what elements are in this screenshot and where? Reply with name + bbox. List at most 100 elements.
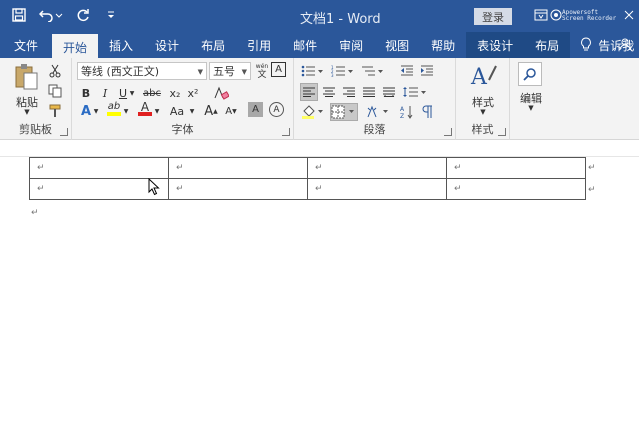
highlight-dropdown-icon[interactable]: ▼ (122, 102, 130, 120)
paragraph-mark: ↵ (31, 208, 39, 218)
change-case-button[interactable]: Aa (166, 102, 188, 120)
redo-icon[interactable] (74, 6, 92, 24)
tab-layout[interactable]: 布局 (190, 32, 236, 58)
font-color-swatch (138, 112, 152, 116)
table-cell[interactable]: ↵ (307, 178, 447, 200)
multilevel-list-icon[interactable] (360, 62, 386, 80)
character-shading-button[interactable]: A (248, 102, 263, 117)
mouse-pointer-icon (148, 177, 160, 199)
svg-text:A: A (470, 65, 488, 90)
login-button[interactable]: 登录 (474, 8, 512, 25)
font-name-dropdown[interactable]: 等线 (西文正文) ▼ (77, 62, 207, 80)
tab-table-layout[interactable]: 布局 (524, 32, 571, 58)
styles-group: A 样式 ▼ 样式 (456, 58, 510, 140)
font-color-dropdown-icon[interactable]: ▼ (153, 102, 161, 120)
subscript-button[interactable]: x₂ (166, 84, 184, 102)
tab-mailings[interactable]: 邮件 (282, 32, 328, 58)
borders-icon[interactable] (330, 103, 358, 121)
underline-dropdown-icon[interactable]: ▼ (128, 84, 136, 102)
phonetic-guide-icon[interactable]: wén 文 (253, 62, 271, 80)
align-center-button[interactable] (320, 83, 338, 101)
tab-insert[interactable]: 插入 (98, 32, 144, 58)
table-cell[interactable]: ↵ (168, 178, 308, 200)
font-group-label: 字体 (171, 123, 194, 136)
character-border-icon[interactable]: A (271, 62, 286, 77)
justify-button[interactable] (360, 83, 378, 101)
tab-review[interactable]: 审阅 (328, 32, 374, 58)
paragraph-dialog-launcher[interactable] (444, 128, 452, 136)
styles-dropdown-icon[interactable]: ▼ (456, 108, 510, 116)
share-person-icon[interactable] (619, 37, 633, 54)
close-icon[interactable] (620, 6, 638, 24)
decrease-indent-icon[interactable] (398, 62, 416, 80)
numbering-icon[interactable]: 123 (330, 62, 356, 80)
table-cell[interactable]: ↵ (446, 178, 586, 200)
tab-table-design[interactable]: 表设计 (466, 32, 525, 58)
tab-design[interactable]: 设计 (144, 32, 190, 58)
shading-icon[interactable] (300, 103, 326, 121)
table-cell[interactable]: ↵ (29, 157, 169, 179)
table-cell[interactable]: ↵ (307, 157, 447, 179)
undo-icon[interactable] (38, 6, 64, 24)
clipboard-group: 粘贴 ▼ 剪贴板 (0, 58, 72, 140)
editing-dropdown-icon[interactable]: ▼ (510, 104, 552, 112)
line-spacing-icon[interactable] (402, 83, 428, 101)
table-row: ↵ ↵ ↵ ↵ (29, 178, 586, 200)
svg-text:A: A (400, 106, 405, 113)
tab-help[interactable]: 帮助 (420, 32, 466, 58)
font-size-dropdown[interactable]: 五号 ▼ (209, 62, 251, 80)
bold-button[interactable]: B (77, 84, 95, 102)
enclose-characters-button[interactable]: A (269, 102, 284, 117)
highlight-button[interactable]: ab (105, 100, 123, 118)
ribbon: 粘贴 ▼ 剪贴板 等线 (西文正文) ▼ 五号 ▼ wén 文 A B I U (0, 58, 639, 140)
highlight-color-swatch (107, 112, 121, 116)
tab-view[interactable]: 视图 (374, 32, 420, 58)
clear-formatting-icon[interactable] (212, 84, 230, 102)
paragraph-group-label: 段落 (363, 123, 386, 136)
find-icon[interactable] (518, 62, 542, 86)
text-effects-dropdown-icon[interactable]: ▼ (92, 102, 100, 120)
increase-indent-icon[interactable] (418, 62, 436, 80)
tab-file[interactable]: 文件 (0, 32, 52, 58)
paragraph-group: 123 A Z 段落 (294, 58, 456, 140)
distributed-button[interactable] (380, 83, 398, 101)
styles-dialog-launcher[interactable] (498, 128, 506, 136)
chinese-layout-icon[interactable] (366, 103, 392, 121)
styles-gallery-icon[interactable]: A (468, 62, 498, 90)
sort-icon[interactable]: AZ (398, 103, 416, 121)
cut-icon[interactable] (46, 62, 64, 80)
document-area[interactable]: ↵ ↵ ↵ ↵ ↵ ↵ ↵ ↵ ↵ ↵ ↵ (0, 140, 639, 441)
lightbulb-icon (580, 36, 592, 54)
customize-qat-icon[interactable] (102, 6, 120, 24)
paste-icon[interactable] (12, 62, 40, 92)
quick-access-toolbar (10, 6, 120, 24)
svg-text:3: 3 (331, 73, 334, 77)
save-icon[interactable] (10, 6, 28, 24)
change-case-dropdown-icon[interactable]: ▼ (188, 102, 196, 120)
table-row: ↵ ↵ ↵ ↵ (29, 157, 586, 179)
ribbon-tabs: 文件 开始 插入 设计 布局 引用 邮件 审阅 视图 帮助 表设计 布局 告诉我 (0, 32, 639, 60)
svg-text:Z: Z (400, 113, 404, 119)
paste-dropdown-icon[interactable]: ▼ (10, 108, 44, 116)
title-bar: 文档1 - Word 登录 Apowersoft Screen Recorder (0, 0, 639, 32)
align-left-button[interactable] (300, 83, 318, 101)
tab-home[interactable]: 开始 (52, 34, 99, 60)
grow-font-button[interactable]: A ▲ (202, 102, 220, 120)
clipboard-dialog-launcher[interactable] (60, 128, 68, 136)
format-painter-icon[interactable] (46, 102, 64, 120)
font-color-button[interactable]: A (136, 100, 154, 118)
show-hide-marks-icon[interactable] (418, 103, 436, 121)
bullets-icon[interactable] (300, 62, 326, 80)
align-right-button[interactable] (340, 83, 358, 101)
table-cell[interactable]: ↵ (168, 157, 308, 179)
shrink-font-button[interactable]: A ▼ (222, 102, 240, 120)
document-title: 文档1 - Word (300, 12, 381, 27)
font-dialog-launcher[interactable] (282, 128, 290, 136)
superscript-button[interactable]: x² (184, 84, 202, 102)
document-table[interactable]: ↵ ↵ ↵ ↵ ↵ ↵ ↵ ↵ (29, 157, 586, 200)
copy-icon[interactable] (46, 82, 64, 100)
tab-references[interactable]: 引用 (236, 32, 282, 58)
recorder-logo-icon (547, 6, 565, 24)
font-group: 等线 (西文正文) ▼ 五号 ▼ wén 文 A B I U ▼ abc x₂ … (72, 58, 294, 140)
table-cell[interactable]: ↵ (446, 157, 586, 179)
